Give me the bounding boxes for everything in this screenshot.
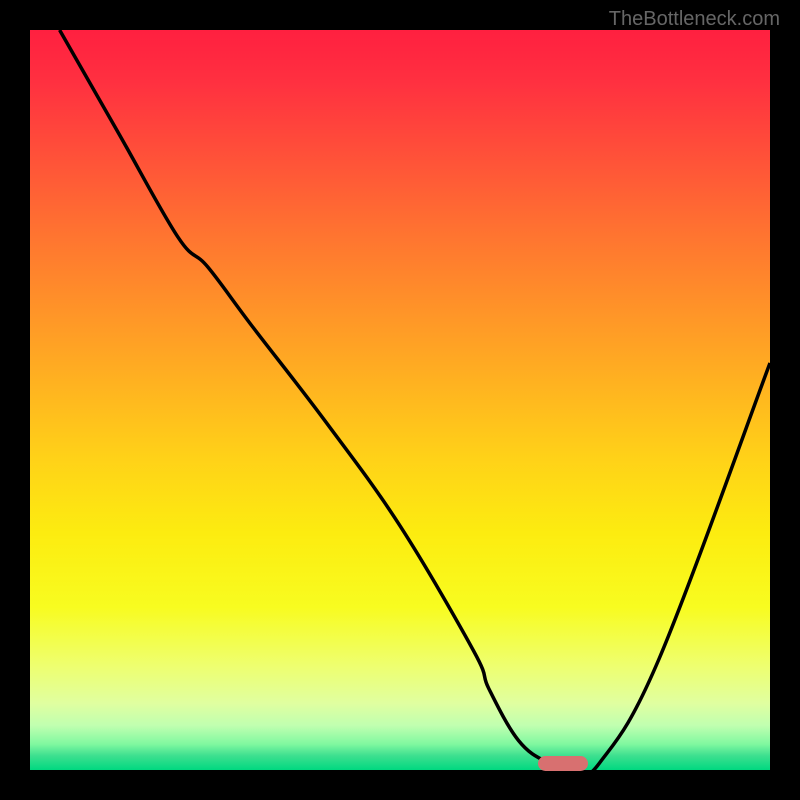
chart-plot-area [30,30,770,770]
bottleneck-curve [30,30,770,770]
watermark-text: TheBottleneck.com [609,8,780,31]
optimal-marker [538,756,588,771]
